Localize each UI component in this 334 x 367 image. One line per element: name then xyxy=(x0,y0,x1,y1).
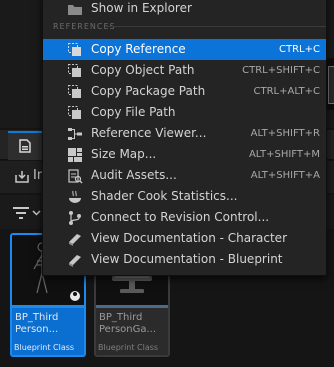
menu-item-shortcut: ALT+SHIFT+M xyxy=(248,149,320,160)
asset-name: BP_Third PersonGa... xyxy=(99,312,157,335)
chevron-down-icon[interactable] xyxy=(32,210,41,216)
menu-item-shortcut: CTRL+ALT+C xyxy=(253,86,321,97)
menu-item-copy-file-path[interactable]: Copy File Path xyxy=(43,102,326,123)
menu-item-shader-cook-statistics[interactable]: Shader Cook Statistics... xyxy=(43,186,326,207)
copy-icon xyxy=(68,85,81,98)
menu-item-copy-object-path[interactable]: Copy Object Path CTRL+SHIFT+C xyxy=(43,60,326,81)
section-divider xyxy=(105,26,326,27)
menu-item-audit-assets[interactable]: Audit Assets... ALT+SHIFT+A xyxy=(43,165,326,186)
asset-class: Blueprint Class xyxy=(14,343,75,352)
copy-icon xyxy=(68,64,81,77)
menu-item-connect-revision-control[interactable]: Connect to Revision Control... xyxy=(43,207,326,228)
menu-item-label: Size Map... xyxy=(91,147,157,161)
menu-item-label: Show in Explorer xyxy=(91,1,192,15)
menu-item-label: Copy File Path xyxy=(91,105,176,119)
menu-item-shortcut: ALT+SHIFT+R xyxy=(250,128,320,139)
content-browser-icon xyxy=(19,139,31,153)
revision-control-icon xyxy=(69,211,81,225)
menu-item-shortcut: ALT+SHIFT+A xyxy=(250,170,320,181)
audit-icon xyxy=(68,169,83,184)
menu-item-label: Copy Package Path xyxy=(91,84,206,98)
menu-item-label: Audit Assets... xyxy=(91,168,177,182)
documentation-icon xyxy=(69,234,81,246)
shader-stats-icon xyxy=(69,190,81,203)
copy-icon xyxy=(68,106,81,119)
menu-item-show-in-explorer[interactable]: Show in Explorer xyxy=(43,0,326,19)
menu-item-label: Connect to Revision Control... xyxy=(91,210,270,224)
asset-context-menu: Show in Explorer REFERENCES Copy Referen… xyxy=(42,0,327,276)
menu-item-copy-reference[interactable]: Copy Reference CTRL+C xyxy=(43,39,326,60)
menu-item-label: Copy Reference xyxy=(91,42,186,56)
menu-item-label: Copy Object Path xyxy=(91,63,195,77)
asset-class: Blueprint Class xyxy=(98,343,159,352)
copy-icon xyxy=(68,43,81,56)
menu-item-label: View Documentation - Blueprint xyxy=(91,252,283,266)
menu-item-copy-package-path[interactable]: Copy Package Path CTRL+ALT+C xyxy=(43,81,326,102)
asset-info: BP_Third PersonGa... Blueprint Class xyxy=(96,308,168,355)
documentation-icon xyxy=(69,255,81,267)
asset-name: BP_Third Person... xyxy=(15,312,59,335)
menu-item-shortcut: CTRL+C xyxy=(279,44,320,55)
menu-item-shortcut: CTRL+SHIFT+C xyxy=(242,65,320,76)
menu-item-label: View Documentation - Character xyxy=(91,231,288,245)
filter-icon[interactable] xyxy=(12,206,30,220)
menu-item-view-documentation-blueprint[interactable]: View Documentation - Blueprint xyxy=(43,249,326,270)
menu-item-reference-viewer[interactable]: Reference Viewer... ALT+SHIFT+R xyxy=(43,123,326,144)
import-icon[interactable] xyxy=(14,170,30,184)
asset-info: BP_Third Person... Blueprint Class xyxy=(12,308,84,355)
partial-panel-edge xyxy=(326,58,334,110)
menu-item-label: Reference Viewer... xyxy=(91,126,207,140)
reference-graph-icon xyxy=(68,128,82,140)
size-map-icon xyxy=(68,148,82,162)
folder-icon xyxy=(68,5,82,15)
menu-item-view-documentation-character[interactable]: View Documentation - Character xyxy=(43,228,326,249)
menu-item-label: Shader Cook Statistics... xyxy=(91,189,238,203)
menu-item-size-map[interactable]: Size Map... ALT+SHIFT+M xyxy=(43,144,326,165)
